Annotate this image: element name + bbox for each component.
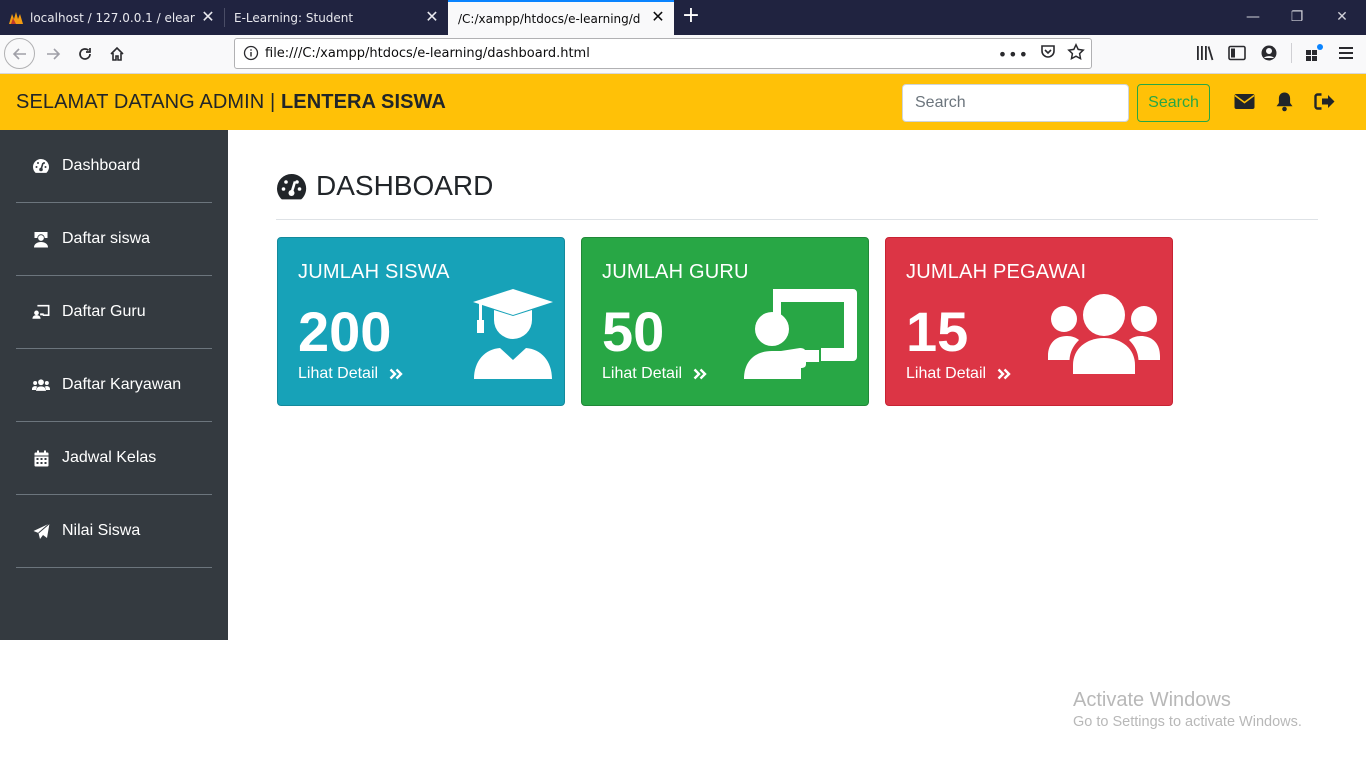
card-jumlah-siswa: JUMLAH SISWA 200 Lihat Detail (277, 237, 565, 406)
close-tab-icon[interactable]: ✕ (424, 9, 440, 25)
browser-nav-bar: file:///C:/xampp/htdocs/e-learning/dashb… (0, 35, 1366, 74)
home-button[interactable] (102, 39, 132, 69)
angle-double-right-icon (997, 367, 1011, 381)
sign-out-icon[interactable] (1313, 90, 1335, 112)
card-value: 15 (906, 300, 969, 363)
sidebar-item-label: Daftar Guru (62, 303, 146, 320)
app-header: SELAMAT DATANG ADMIN | LENTERA SISWA Sea… (0, 74, 1366, 130)
forward-button[interactable] (38, 39, 68, 69)
back-button[interactable] (4, 38, 35, 69)
lihat-detail-link[interactable]: Lihat Detail (298, 365, 403, 383)
arrow-right-icon (47, 48, 61, 60)
browser-tab-elearning-student[interactable]: E-Learning: Student ✕ (224, 0, 448, 35)
sidebar-item-daftar-karyawan[interactable]: Daftar Karyawan (16, 349, 212, 422)
sidebar-item-daftar-siswa[interactable]: Daftar siswa (16, 203, 212, 276)
sidebar-item-label: Nilai Siswa (62, 522, 141, 539)
welcome-text: SELAMAT DATANG ADMIN | (16, 91, 281, 113)
sidebar-item-jadwal-kelas[interactable]: Jadwal Kelas (16, 422, 212, 495)
restore-icon[interactable]: ❐ (1287, 8, 1307, 26)
sidebar-item-daftar-guru[interactable]: Daftar Guru (16, 276, 212, 349)
card-title: JUMLAH PEGAWAI (906, 261, 1087, 283)
card-value: 50 (602, 300, 665, 363)
bookmark-star-icon[interactable] (1067, 43, 1085, 65)
address-bar[interactable]: file:///C:/xampp/htdocs/e-learning/dashb… (234, 38, 1092, 69)
sidebar-item-label: Daftar Karyawan (62, 376, 182, 393)
sidebar: Dashboard Daftar siswa Daftar Guru Dafta… (0, 130, 228, 640)
user-graduate-icon (472, 288, 554, 385)
card-jumlah-pegawai: JUMLAH PEGAWAI 15 Lihat Detail (885, 237, 1173, 406)
card-link-label: Lihat Detail (906, 365, 987, 382)
search-button[interactable]: Search (1137, 84, 1210, 122)
envelope-icon[interactable] (1233, 90, 1255, 112)
card-value: 200 (298, 300, 392, 363)
paper-plane-icon (32, 522, 50, 540)
calendar-icon (32, 449, 50, 467)
extensions-icon[interactable] (1304, 41, 1324, 65)
browser-tab-phpmyadmin[interactable]: localhost / 127.0.0.1 / elearning ✕ (0, 0, 224, 35)
app-name: LENTERA SISWA (280, 91, 446, 113)
arrow-left-icon (12, 47, 26, 60)
page-title: DASHBOARD (276, 170, 493, 202)
card-title: JUMLAH GURU (602, 261, 749, 283)
users-icon (32, 376, 50, 394)
account-icon[interactable] (1259, 41, 1279, 65)
windows-activation-watermark: Activate Windows Go to Settings to activ… (1073, 689, 1302, 730)
sidebar-item-label: Dashboard (62, 157, 141, 174)
student-icon (32, 230, 50, 248)
chalkboard-teacher-icon (743, 288, 858, 385)
reload-button[interactable] (70, 39, 100, 69)
url-text[interactable]: file:///C:/xampp/htdocs/e-learning/dashb… (265, 46, 590, 61)
title-divider (276, 219, 1318, 220)
close-window-icon[interactable]: ✕ (1332, 8, 1352, 26)
sidebar-item-nilai-siswa[interactable]: Nilai Siswa (16, 495, 212, 568)
browser-tab-dashboard[interactable]: /C:/xampp/htdocs/e-learning/dashboard.ht… (448, 0, 674, 35)
sidebar-item-label: Jadwal Kelas (62, 449, 157, 466)
pocket-icon[interactable] (1039, 43, 1057, 65)
sidebar-item-label: Daftar siswa (62, 230, 151, 247)
tab-label: /C:/xampp/htdocs/e-learning/dashboard.ht… (458, 11, 640, 26)
chalkboard-teacher-icon (32, 303, 50, 321)
card-link-label: Lihat Detail (298, 365, 379, 382)
card-title: JUMLAH SISWA (298, 261, 450, 283)
minimize-icon[interactable]: — (1243, 8, 1263, 26)
tachometer-icon (276, 171, 307, 202)
search-input[interactable] (902, 84, 1129, 122)
library-icon[interactable] (1195, 41, 1215, 65)
tab-label: E-Learning: Student (234, 10, 354, 25)
lihat-detail-link[interactable]: Lihat Detail (906, 365, 1011, 383)
card-link-label: Lihat Detail (602, 365, 683, 382)
users-icon (1047, 293, 1161, 380)
angle-double-right-icon (693, 367, 707, 381)
close-tab-icon[interactable]: ✕ (200, 9, 216, 25)
bell-icon[interactable] (1273, 90, 1295, 112)
sidebar-toggle-icon[interactable] (1227, 41, 1247, 65)
angle-double-right-icon (389, 367, 403, 381)
card-jumlah-guru: JUMLAH GURU 50 Lihat Detail (581, 237, 869, 406)
page-actions-icon[interactable]: ••• (998, 45, 1029, 64)
hamburger-menu-icon[interactable] (1336, 41, 1356, 65)
home-icon (110, 46, 124, 61)
tachometer-icon (32, 157, 50, 175)
reload-icon (79, 48, 91, 60)
lihat-detail-link[interactable]: Lihat Detail (602, 365, 707, 383)
watermark-title: Activate Windows (1073, 689, 1231, 711)
toolbar-divider (1291, 43, 1292, 63)
info-icon[interactable] (243, 45, 259, 61)
sidebar-item-dashboard[interactable]: Dashboard (16, 130, 212, 203)
phpmyadmin-favicon-icon (8, 10, 24, 26)
close-tab-icon[interactable]: ✕ (650, 9, 666, 25)
tab-label: localhost / 127.0.0.1 / elearning (30, 10, 195, 25)
browser-tab-bar: localhost / 127.0.0.1 / elearning ✕ E-Le… (0, 0, 1366, 35)
page-title-text: DASHBOARD (316, 170, 494, 201)
brand-title: SELAMAT DATANG ADMIN | LENTERA SISWA (16, 91, 446, 114)
new-tab-icon[interactable]: + (680, 4, 702, 30)
watermark-subtitle: Go to Settings to activate Windows. (1073, 714, 1302, 730)
